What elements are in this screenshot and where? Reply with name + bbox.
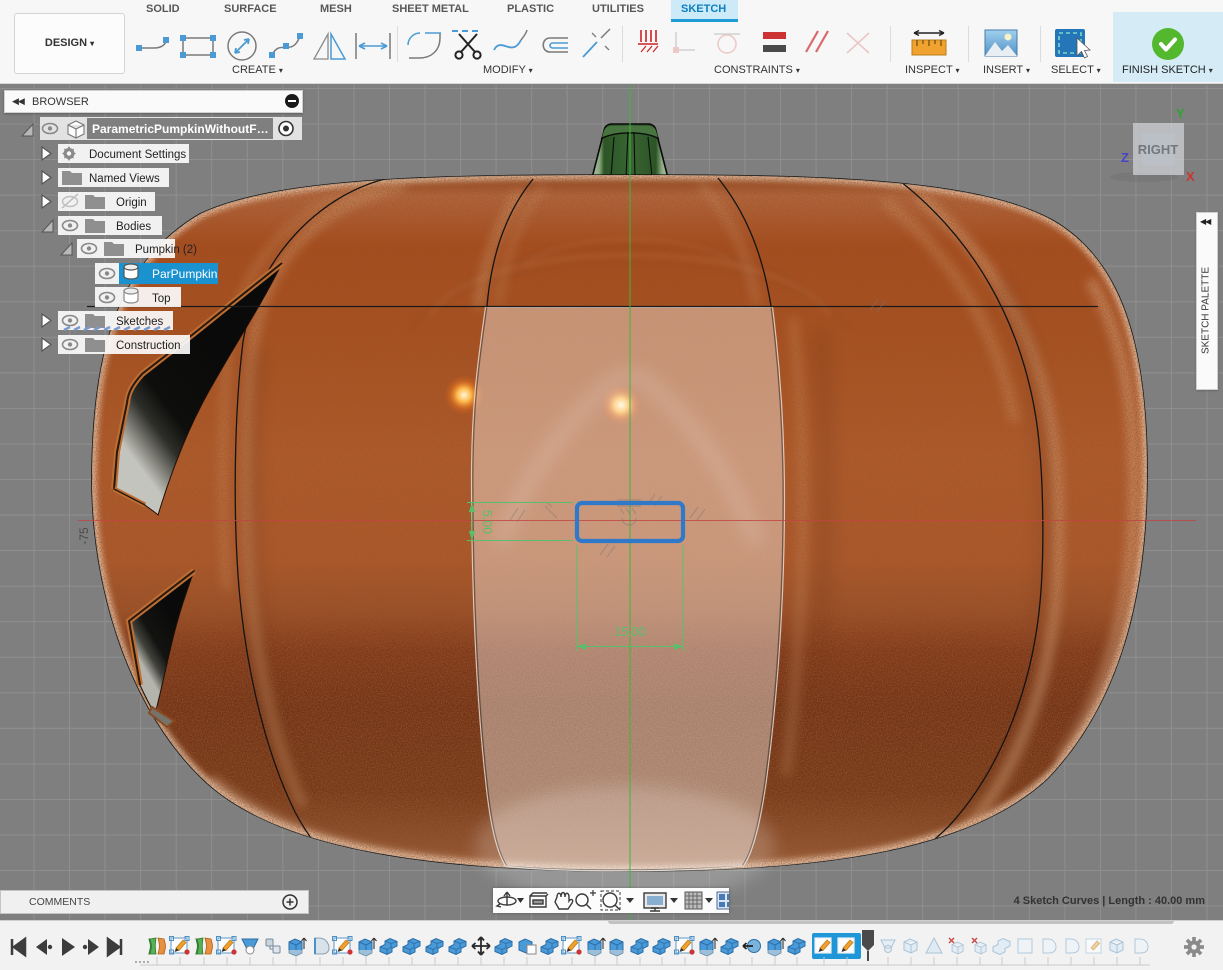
svg-text:Z: Z xyxy=(1121,150,1129,165)
svg-text:Top: Top xyxy=(152,293,171,305)
svg-text:Sketches: Sketches xyxy=(116,316,164,328)
svg-text:RIGHT: RIGHT xyxy=(1138,142,1179,157)
svg-text:-75: -75 xyxy=(77,527,91,545)
svg-text:15.00: 15.00 xyxy=(614,625,645,639)
svg-text:X: X xyxy=(1186,169,1195,184)
svg-text:Bodies: Bodies xyxy=(116,221,151,233)
svg-text:Document Settings: Document Settings xyxy=(89,149,186,161)
svg-text:ParPumpkin: ParPumpkin xyxy=(152,267,217,281)
svg-text:Construction: Construction xyxy=(116,340,181,352)
svg-text:Named Views: Named Views xyxy=(89,173,160,185)
svg-text:5.00: 5.00 xyxy=(480,510,494,534)
svg-text:Y: Y xyxy=(1176,106,1185,121)
svg-text:Origin: Origin xyxy=(116,197,147,209)
svg-text:ParametricPumpkinWithoutF…: ParametricPumpkinWithoutF… xyxy=(92,122,269,136)
svg-text:Pumpkin (2): Pumpkin (2) xyxy=(135,244,197,256)
